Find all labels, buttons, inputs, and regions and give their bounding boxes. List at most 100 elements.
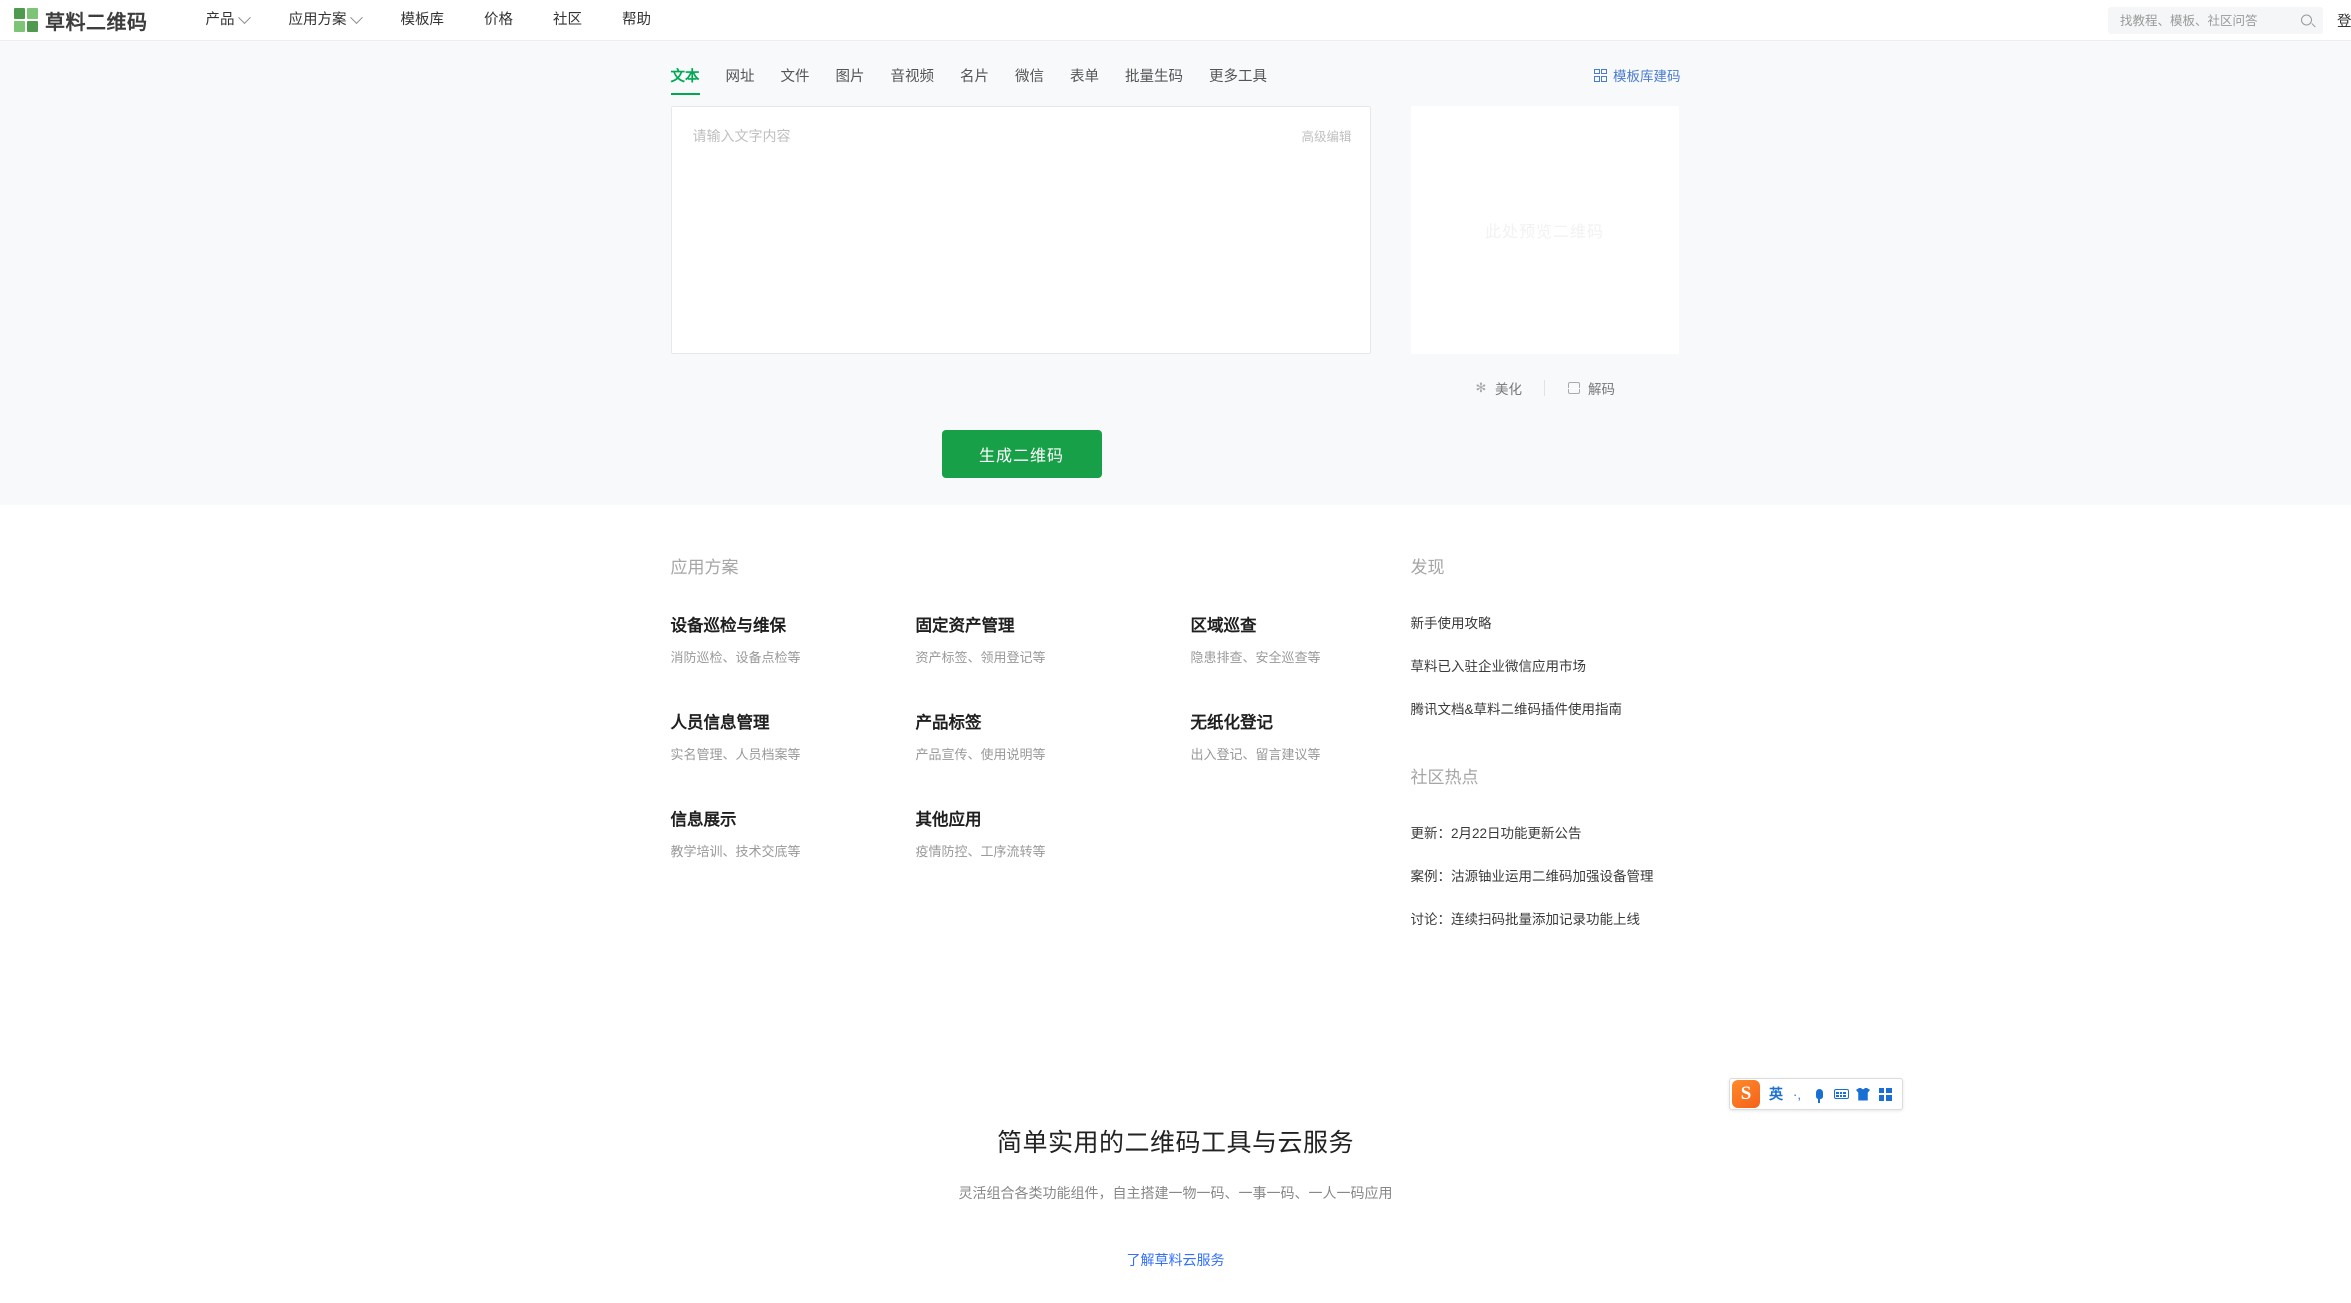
solutions-grid: 设备巡检与维保 消防巡检、设备点检等 固定资产管理 资产标签、领用登记等 区域巡… bbox=[671, 612, 1411, 860]
qr-generator-section: 文本 网址 文件 图片 音视频 名片 微信 表单 批量生码 更多工具 模板库建码… bbox=[0, 41, 2351, 505]
solution-item[interactable]: 人员信息管理 实名管理、人员档案等 bbox=[671, 709, 916, 763]
tab-url[interactable]: 网址 bbox=[726, 61, 755, 95]
sogou-ime-toolbar[interactable]: S 英 ·, bbox=[1729, 1078, 1903, 1110]
community-item[interactable]: 更新：2月22日功能更新公告 bbox=[1411, 822, 1681, 842]
solution-title[interactable]: 区域巡查 bbox=[1191, 612, 1411, 636]
solution-item[interactable]: 无纸化登记 出入登记、留言建议等 bbox=[1191, 709, 1411, 763]
sparkle-icon: ✻ bbox=[1475, 380, 1487, 395]
discover-item[interactable]: 腾讯文档&草料二维码插件使用指南 bbox=[1411, 698, 1681, 718]
solution-title[interactable]: 信息展示 bbox=[671, 806, 916, 830]
solution-title[interactable]: 产品标签 bbox=[916, 709, 1191, 733]
qr-preview-placeholder: 此处预览二维码 bbox=[1484, 224, 1604, 241]
nav-item-templates[interactable]: 模板库 bbox=[381, 0, 465, 41]
discover-column: 发现 新手使用攻略 草料已入驻企业微信应用市场 腾讯文档&草料二维码插件使用指南… bbox=[1411, 553, 1681, 973]
editor-row: 请输入文字内容 高级编辑 此处预览二维码 ✻ 美化 解码 bbox=[670, 106, 1681, 398]
ime-skin-button[interactable] bbox=[1852, 1081, 1874, 1107]
promo-section: 简单实用的二维码工具与云服务 灵活组合各类功能组件，自主搭建一物一码、一事一码、… bbox=[0, 973, 2351, 1270]
nav-item-pricing[interactable]: 价格 bbox=[464, 0, 533, 41]
tab-more-tools[interactable]: 更多工具 bbox=[1209, 61, 1267, 95]
solution-subtitle: 消防巡检、设备点检等 bbox=[670, 650, 801, 665]
qr-logo-icon bbox=[14, 8, 38, 32]
advanced-edit-link[interactable]: 高级编辑 bbox=[1301, 126, 1351, 145]
site-header: 草料二维码 产品 应用方案 模板库 价格 社区 帮助 登录 bbox=[0, 0, 2351, 41]
solution-title[interactable]: 设备巡检与维保 bbox=[671, 612, 916, 636]
qr-code-icon bbox=[1594, 68, 1607, 82]
community-title: 社区热点 bbox=[1410, 768, 1479, 787]
ime-punctuation-toggle[interactable]: ·, bbox=[1786, 1081, 1808, 1107]
solution-subtitle: 疫情防控、工序流转等 bbox=[915, 844, 1046, 859]
nav-label: 帮助 bbox=[622, 11, 651, 28]
scan-icon bbox=[1567, 381, 1581, 395]
tab-audio-video[interactable]: 音视频 bbox=[891, 61, 935, 95]
preview-actions: ✻ 美化 解码 bbox=[1452, 378, 1637, 398]
login-button[interactable]: 登录 bbox=[2323, 10, 2351, 31]
logo-text: 草料二维码 bbox=[45, 11, 148, 34]
nav-label: 模板库 bbox=[400, 11, 445, 28]
template-library-label: 模板库建码 bbox=[1613, 69, 1681, 84]
nav-label: 产品 bbox=[205, 11, 235, 28]
tab-file[interactable]: 文件 bbox=[781, 61, 810, 95]
site-logo[interactable]: 草料二维码 bbox=[14, 6, 148, 35]
shirt-icon bbox=[1856, 1087, 1870, 1101]
qr-preview-box: 此处预览二维码 bbox=[1410, 106, 1679, 354]
generate-qr-button[interactable]: 生成二维码 bbox=[941, 430, 1102, 478]
solutions-column: 应用方案 设备巡检与维保 消防巡检、设备点检等 固定资产管理 资产标签、领用登记… bbox=[671, 553, 1411, 973]
search-input[interactable] bbox=[2118, 12, 2288, 29]
discover-list: 新手使用攻略 草料已入驻企业微信应用市场 腾讯文档&草料二维码插件使用指南 bbox=[1411, 612, 1681, 718]
nav-item-help[interactable]: 帮助 bbox=[602, 0, 671, 41]
community-item[interactable]: 案例：沽源铀业运用二维码加强设备管理 bbox=[1411, 865, 1681, 885]
promo-title: 简单实用的二维码工具与云服务 bbox=[996, 1129, 1354, 1157]
solution-item[interactable]: 产品标签 产品宣传、使用说明等 bbox=[916, 709, 1191, 763]
solution-title[interactable]: 人员信息管理 bbox=[671, 709, 916, 733]
search-icon[interactable] bbox=[2301, 14, 2314, 27]
solution-title[interactable]: 固定资产管理 bbox=[916, 612, 1191, 636]
nav-item-solutions[interactable]: 应用方案 bbox=[269, 0, 381, 41]
content-textarea[interactable] bbox=[671, 107, 1370, 353]
tab-form[interactable]: 表单 bbox=[1070, 61, 1099, 95]
solution-subtitle: 教学培训、技术交底等 bbox=[670, 844, 801, 859]
main-nav: 产品 应用方案 模板库 价格 社区 帮助 bbox=[186, 0, 672, 41]
search-box[interactable] bbox=[2108, 7, 2323, 34]
solution-item[interactable]: 区域巡查 隐患排查、安全巡查等 bbox=[1191, 612, 1411, 666]
grid-apps-icon bbox=[1878, 1087, 1892, 1101]
solution-title[interactable]: 其他应用 bbox=[916, 806, 1191, 830]
chevron-down-icon bbox=[349, 10, 363, 24]
ime-toolbox-button[interactable] bbox=[1874, 1081, 1896, 1107]
solution-item[interactable]: 设备巡检与维保 消防巡检、设备点检等 bbox=[671, 612, 916, 666]
microphone-icon bbox=[1815, 1089, 1823, 1103]
text-editor-card: 请输入文字内容 高级编辑 bbox=[670, 106, 1371, 354]
discover-item[interactable]: 新手使用攻略 bbox=[1411, 612, 1681, 632]
header-right-area: 登录 bbox=[2108, 0, 2351, 41]
tab-image[interactable]: 图片 bbox=[836, 61, 865, 95]
nav-item-products[interactable]: 产品 bbox=[186, 0, 269, 41]
discover-title: 发现 bbox=[1410, 558, 1445, 577]
ime-voice-input-button[interactable] bbox=[1808, 1081, 1830, 1107]
ime-language-toggle[interactable]: 英 bbox=[1766, 1081, 1786, 1107]
cloud-service-link[interactable]: 了解草料云服务 bbox=[1127, 1250, 1225, 1270]
discover-item[interactable]: 草料已入驻企业微信应用市场 bbox=[1411, 655, 1681, 675]
tab-batch-generate[interactable]: 批量生码 bbox=[1125, 61, 1183, 95]
nav-item-community[interactable]: 社区 bbox=[533, 0, 602, 41]
decode-label: 解码 bbox=[1588, 382, 1615, 397]
solution-item[interactable]: 固定资产管理 资产标签、领用登记等 bbox=[916, 612, 1191, 666]
solution-item[interactable]: 其他应用 疫情防控、工序流转等 bbox=[916, 806, 1191, 860]
template-library-link[interactable]: 模板库建码 bbox=[1594, 65, 1681, 85]
sogou-logo-icon[interactable]: S bbox=[1732, 1080, 1760, 1108]
beautify-label: 美化 bbox=[1495, 382, 1522, 397]
community-list: 更新：2月22日功能更新公告 案例：沽源铀业运用二维码加强设备管理 讨论：连续扫… bbox=[1411, 822, 1681, 928]
solution-subtitle: 资产标签、领用登记等 bbox=[915, 650, 1046, 665]
tab-wechat[interactable]: 微信 bbox=[1015, 61, 1044, 95]
ime-soft-keyboard-button[interactable] bbox=[1830, 1081, 1852, 1107]
generator-tabs: 文本 网址 文件 图片 音视频 名片 微信 表单 批量生码 更多工具 模板库建码 bbox=[670, 61, 1681, 99]
tab-business-card[interactable]: 名片 bbox=[960, 61, 989, 95]
community-item[interactable]: 讨论：连续扫码批量添加记录功能上线 bbox=[1411, 908, 1681, 928]
solution-subtitle: 出入登记、留言建议等 bbox=[1190, 747, 1321, 762]
beautify-button[interactable]: ✻ 美化 bbox=[1452, 378, 1544, 398]
preview-column: 此处预览二维码 ✻ 美化 解码 bbox=[1410, 106, 1679, 398]
tab-text[interactable]: 文本 bbox=[670, 61, 700, 95]
nav-label: 社区 bbox=[553, 11, 582, 28]
solution-item[interactable]: 信息展示 教学培训、技术交底等 bbox=[671, 806, 916, 860]
solution-title[interactable]: 无纸化登记 bbox=[1191, 709, 1411, 733]
nav-label: 价格 bbox=[484, 11, 513, 28]
decode-button[interactable]: 解码 bbox=[1545, 378, 1637, 398]
